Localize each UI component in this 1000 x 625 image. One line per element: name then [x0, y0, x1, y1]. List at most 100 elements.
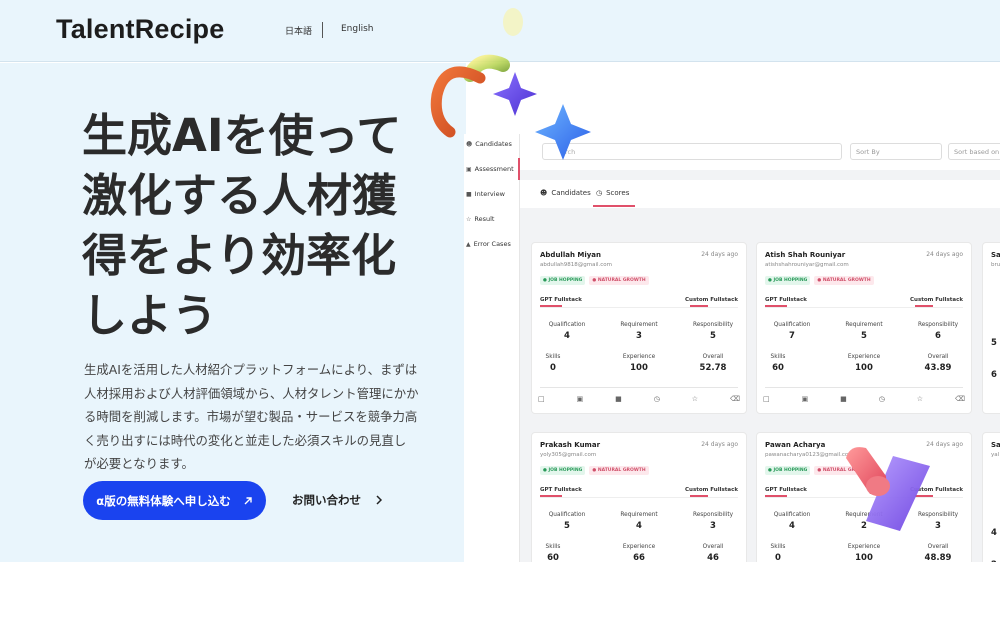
clock-icon[interactable]: ◷ — [654, 395, 660, 403]
checkbox-icon[interactable]: □ — [763, 395, 770, 403]
metric-value: 4 — [789, 521, 795, 531]
metric-label: Experience — [847, 354, 881, 360]
sidebar-item-label: Error Cases — [473, 240, 511, 248]
tab-active-underline — [593, 205, 635, 207]
metric-value: 4 — [564, 331, 570, 341]
gpt-fullstack-label: GPT Fullstack — [540, 487, 582, 493]
metric-value: 4 — [991, 528, 997, 538]
candidate-card[interactable]: Atish Shah Rouniyar atishshahrouniyar@gm… — [756, 242, 972, 414]
candidate-name: Pawan Acharya — [765, 441, 826, 449]
metric-skills: Skills 0 — [518, 354, 588, 373]
sidebar-item-label: Interview — [474, 190, 505, 198]
sidebar-item-result[interactable]: ☆ Result — [466, 215, 494, 223]
clock-icon[interactable]: ◷ — [879, 395, 885, 403]
award-icon: ☆ — [466, 215, 472, 223]
divider — [540, 307, 738, 308]
badge-job-hopping: ● JOB HOPPING — [765, 466, 811, 475]
metric-value: 48.89 — [924, 553, 952, 562]
metric-requirement: Requirement 4 — [604, 512, 674, 531]
metric-label: Responsibility — [917, 322, 959, 328]
video-icon[interactable]: ■ — [840, 395, 847, 403]
document-icon[interactable]: ▣ — [577, 395, 584, 403]
hero-desc-line: る時間を削減します。市場が望む製品・サービスを競争力高 — [84, 409, 418, 424]
contact-label: お問い合わせ — [292, 493, 361, 507]
metric-value: 0 — [775, 553, 781, 562]
hero-description: 生成AIを活用した人材紹介プラットフォームにより、まずは 人材採用および人材評価… — [84, 358, 444, 476]
free-trial-label: α版の無料体験へ申し込む — [96, 493, 231, 508]
metric-label: Qualification — [773, 512, 811, 518]
candidate-date: 24 days ago — [701, 251, 738, 258]
metric-experience: Experience 100 — [604, 354, 674, 373]
sidebar-item-interview[interactable]: ■ Interview — [466, 190, 505, 198]
video-icon: ■ — [466, 190, 472, 198]
tab-scores[interactable]: ◷ Scores — [596, 189, 629, 197]
metric-value: 60 — [547, 553, 559, 562]
metric-label: Overall — [702, 544, 724, 550]
candidate-name: Sa — [991, 251, 1000, 259]
award-icon[interactable]: ☆ — [692, 395, 698, 403]
checkbox-icon[interactable]: □ — [538, 395, 545, 403]
candidate-card-partial[interactable]: Sa yal 4 2 — [982, 432, 1000, 562]
candidate-card-partial[interactable]: Sa bru 5 6 — [982, 242, 1000, 414]
hero-desc-line: が必要となります。 — [84, 456, 194, 471]
metric-value: 5 — [861, 331, 867, 341]
tab-candidates[interactable]: ☻ Candidates — [540, 189, 591, 197]
metric-value: 52.78 — [699, 363, 727, 373]
metric-skills: Skills 60 — [743, 354, 813, 373]
metric-value: 5 — [991, 338, 997, 348]
metric-label: Overall — [927, 354, 949, 360]
hero-title-line: 得をより効率化 — [82, 229, 397, 282]
lang-japanese-link[interactable]: 日本語 — [285, 24, 312, 37]
metric-value: 43.89 — [924, 363, 952, 373]
metric-skills: Skills 60 — [518, 544, 588, 562]
metric-experience: Experience 100 — [829, 354, 899, 373]
candidate-date: 24 days ago — [926, 251, 963, 258]
trash-icon[interactable]: ⌫ — [955, 395, 965, 403]
metric-label: Requirement — [620, 512, 658, 518]
candidate-email: bru — [991, 262, 1000, 268]
badge-label: NATURAL GROWTH — [597, 468, 646, 473]
lang-english-link[interactable]: English — [341, 24, 374, 34]
tab-label: Scores — [606, 189, 630, 197]
metric-value: 60 — [772, 363, 784, 373]
metric-overall: Overall 52.78 — [678, 354, 748, 373]
arrow-up-right-icon — [244, 496, 252, 504]
metric-value: 4 — [636, 521, 642, 531]
metric-label: Experience — [847, 544, 881, 550]
candidate-card[interactable]: Prakash Kumar yoly305@gmail.com 24 days … — [531, 432, 747, 562]
candidate-badges: ● JOB HOPPING ● NATURAL GROWTH — [540, 466, 649, 475]
video-icon[interactable]: ■ — [615, 395, 622, 403]
trash-icon[interactable]: ⌫ — [730, 395, 740, 403]
metric-overall: Overall 46 — [678, 544, 748, 562]
metric-label: Skills — [770, 544, 786, 550]
candidate-badges: ● JOB HOPPING ● NATURAL GROWTH — [540, 276, 649, 285]
metric-value: 66 — [633, 553, 645, 562]
tab-label: Candidates — [551, 189, 591, 197]
metric-responsibility: Responsibility 5 — [678, 322, 748, 341]
site-logo[interactable]: TalentRecipe — [56, 14, 224, 45]
metric-requirement: Requirement 3 — [604, 322, 674, 341]
metric-qualification: Qualification 4 — [757, 512, 827, 531]
sort-based-select[interactable]: Sort based on a — [948, 143, 1000, 160]
contact-link[interactable]: お問い合わせ — [292, 492, 383, 508]
metric-label: Qualification — [548, 322, 586, 328]
user-icon: ☻ — [540, 189, 548, 197]
free-trial-button[interactable]: α版の無料体験へ申し込む — [83, 481, 266, 520]
candidate-card[interactable]: Abdullah Miyan abdullah9818@gmail.com 24… — [531, 242, 747, 414]
candidate-email: abdullah9818@gmail.com — [540, 262, 613, 268]
metric-responsibility: Responsibility 3 — [678, 512, 748, 531]
candidate-email: yoly305@gmail.com — [540, 452, 597, 458]
badge-label: NATURAL GROWTH — [597, 278, 646, 283]
metric-skills: Skills 0 — [743, 544, 813, 562]
app-sidebar: ☻ Candidates ▣ Assessment ■ Interview ☆ Resu… — [464, 134, 520, 562]
metric-value: 100 — [630, 363, 648, 373]
metric-label: Skills — [545, 354, 561, 360]
award-icon[interactable]: ☆ — [917, 395, 923, 403]
sidebar-item-error-cases[interactable]: ▲ Error Cases — [466, 240, 511, 248]
document-icon[interactable]: ▣ — [802, 395, 809, 403]
warning-icon: ▲ — [466, 240, 471, 248]
candidate-email: yal — [991, 452, 1000, 458]
sort-by-select[interactable]: Sort By — [850, 143, 942, 160]
landing-page: TalentRecipe 日本語 English 生成AIを使って 激化する人材… — [0, 0, 1000, 625]
metric-value: 6 — [935, 331, 941, 341]
